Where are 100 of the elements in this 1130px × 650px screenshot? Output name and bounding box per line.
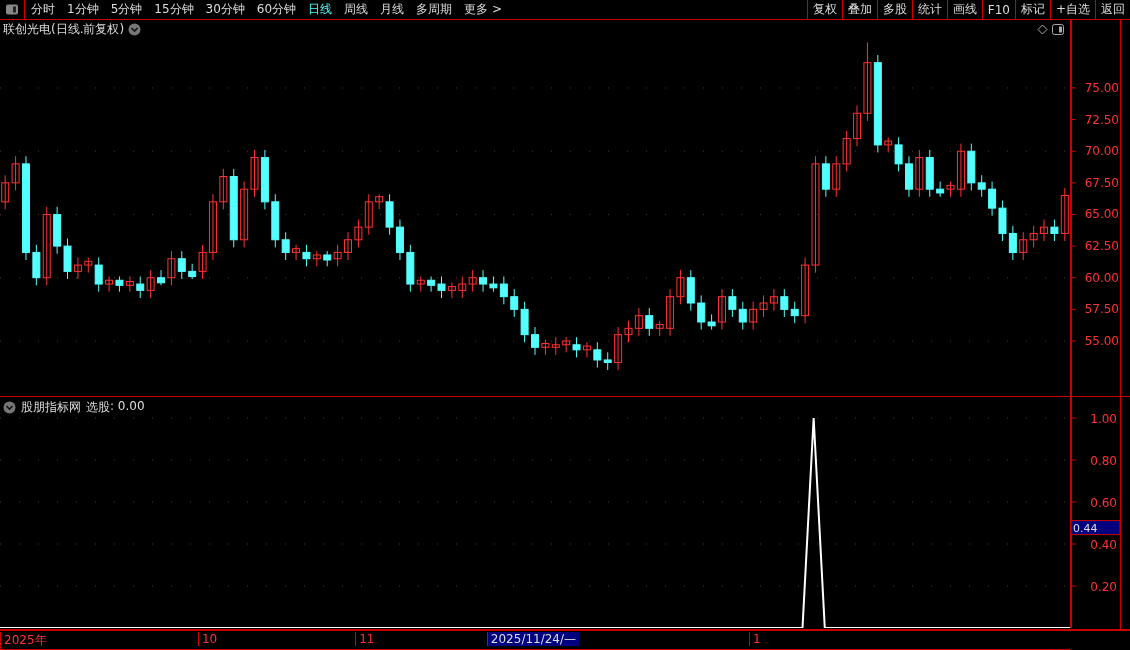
candlestick <box>468 269 477 293</box>
candlestick <box>780 288 789 318</box>
candlestick <box>1019 231 1028 261</box>
candlestick <box>510 288 519 318</box>
candlestick <box>281 231 290 261</box>
candlestick <box>177 250 186 280</box>
candlestick <box>811 155 820 274</box>
period-tab[interactable]: 30分钟 <box>199 1 251 18</box>
period-tab[interactable]: 15分钟 <box>148 1 200 18</box>
candlestick <box>853 105 862 147</box>
candlestick <box>333 244 342 267</box>
panel-toggle-icon[interactable] <box>1052 23 1064 35</box>
candlestick <box>1040 219 1049 242</box>
candlestick <box>94 256 103 293</box>
candlestick <box>624 320 633 343</box>
candlestick <box>582 341 591 358</box>
candlestick <box>302 244 311 267</box>
period-tab[interactable]: 周线 <box>338 1 375 18</box>
candlestick <box>956 143 965 198</box>
candlestick <box>666 288 675 337</box>
candlestick <box>292 244 301 261</box>
indicator-name: 股朋指标网 <box>21 399 81 416</box>
series-name: 选股 <box>86 399 110 416</box>
candlestick <box>863 41 872 122</box>
candlestick <box>447 282 456 299</box>
value-label: 1.00 <box>1090 412 1117 426</box>
candlestick <box>364 193 373 236</box>
period-tab[interactable]: 多周期 <box>410 1 459 18</box>
candlestick <box>717 288 726 331</box>
candlestick <box>769 288 778 312</box>
candlestick <box>208 193 217 261</box>
price-label: 65.00 <box>1084 207 1119 222</box>
period-tab[interactable]: 5分钟 <box>104 1 149 18</box>
period-tab[interactable]: 更多 > <box>458 1 508 18</box>
candlestick <box>634 307 643 337</box>
candlestick <box>759 294 768 318</box>
candlestick <box>250 149 259 198</box>
candlestick <box>105 275 114 293</box>
candlestick <box>479 269 488 293</box>
dropdown-icon[interactable] <box>128 22 142 36</box>
cursor-value: 0.44 <box>1073 521 1098 535</box>
price-label: 60.00 <box>1084 270 1119 285</box>
period-tab[interactable]: 日线 <box>302 1 339 18</box>
value-label: 0.80 <box>1090 454 1117 468</box>
period-tab[interactable]: 月线 <box>374 1 411 18</box>
period-tab[interactable]: 分时 <box>25 1 61 18</box>
candlestick <box>219 168 228 210</box>
period-tab[interactable]: 60分钟 <box>250 1 303 18</box>
price-label: 55.00 <box>1084 333 1119 348</box>
price-label: 72.50 <box>1084 112 1119 127</box>
candlestick <box>167 250 176 286</box>
candlestick <box>437 275 446 299</box>
value-label: 0.20 <box>1090 580 1117 594</box>
candlestick <box>915 149 924 198</box>
value-label: 0.40 <box>1090 538 1117 552</box>
indicator-reading: : 0.00 <box>110 399 145 415</box>
candlestick <box>1 174 10 210</box>
date-label: 10 <box>197 632 221 646</box>
candlestick <box>136 275 145 299</box>
dropdown-icon[interactable] <box>3 401 16 414</box>
candlestick <box>728 288 737 318</box>
candlestick <box>1008 225 1017 261</box>
candlestick <box>977 174 986 198</box>
candlestick <box>1060 187 1069 242</box>
price-label: 67.50 <box>1084 175 1119 190</box>
candlestick <box>614 326 623 371</box>
candlestick <box>894 136 903 172</box>
price-label: 62.50 <box>1084 239 1119 254</box>
stock-title: 联创光电(日线.前复权) <box>3 20 125 38</box>
candlestick <box>988 181 997 217</box>
candlestick <box>344 231 353 261</box>
period-tab[interactable]: 1分钟 <box>61 1 105 18</box>
candlestick <box>645 307 654 337</box>
candlestick <box>499 275 508 305</box>
diamond-icon[interactable] <box>1037 23 1048 35</box>
candlestick <box>1029 225 1038 248</box>
candlestick <box>936 181 945 198</box>
candlestick <box>1050 219 1059 242</box>
candlestick <box>572 336 581 358</box>
candlestick <box>354 219 363 248</box>
price-label: 75.00 <box>1084 80 1119 95</box>
candlestick <box>697 294 706 331</box>
candlestick <box>531 326 539 356</box>
candlestick <box>738 301 747 331</box>
candlestick <box>749 301 758 331</box>
candlestick <box>11 155 20 191</box>
candlestick <box>427 275 436 293</box>
price-label: 70.00 <box>1084 144 1119 159</box>
candlestick <box>842 130 851 172</box>
candlestick <box>125 275 134 293</box>
candlestick <box>593 341 602 369</box>
candlestick <box>146 269 155 299</box>
candlestick <box>157 269 166 286</box>
candlestick <box>42 206 51 286</box>
price-label: 57.50 <box>1084 302 1119 317</box>
candlestick <box>240 181 249 248</box>
date-label: 11 <box>355 632 378 646</box>
candlestick <box>801 256 810 324</box>
candlestick <box>832 155 841 198</box>
date-label: 2025/11/24/— <box>486 632 580 646</box>
